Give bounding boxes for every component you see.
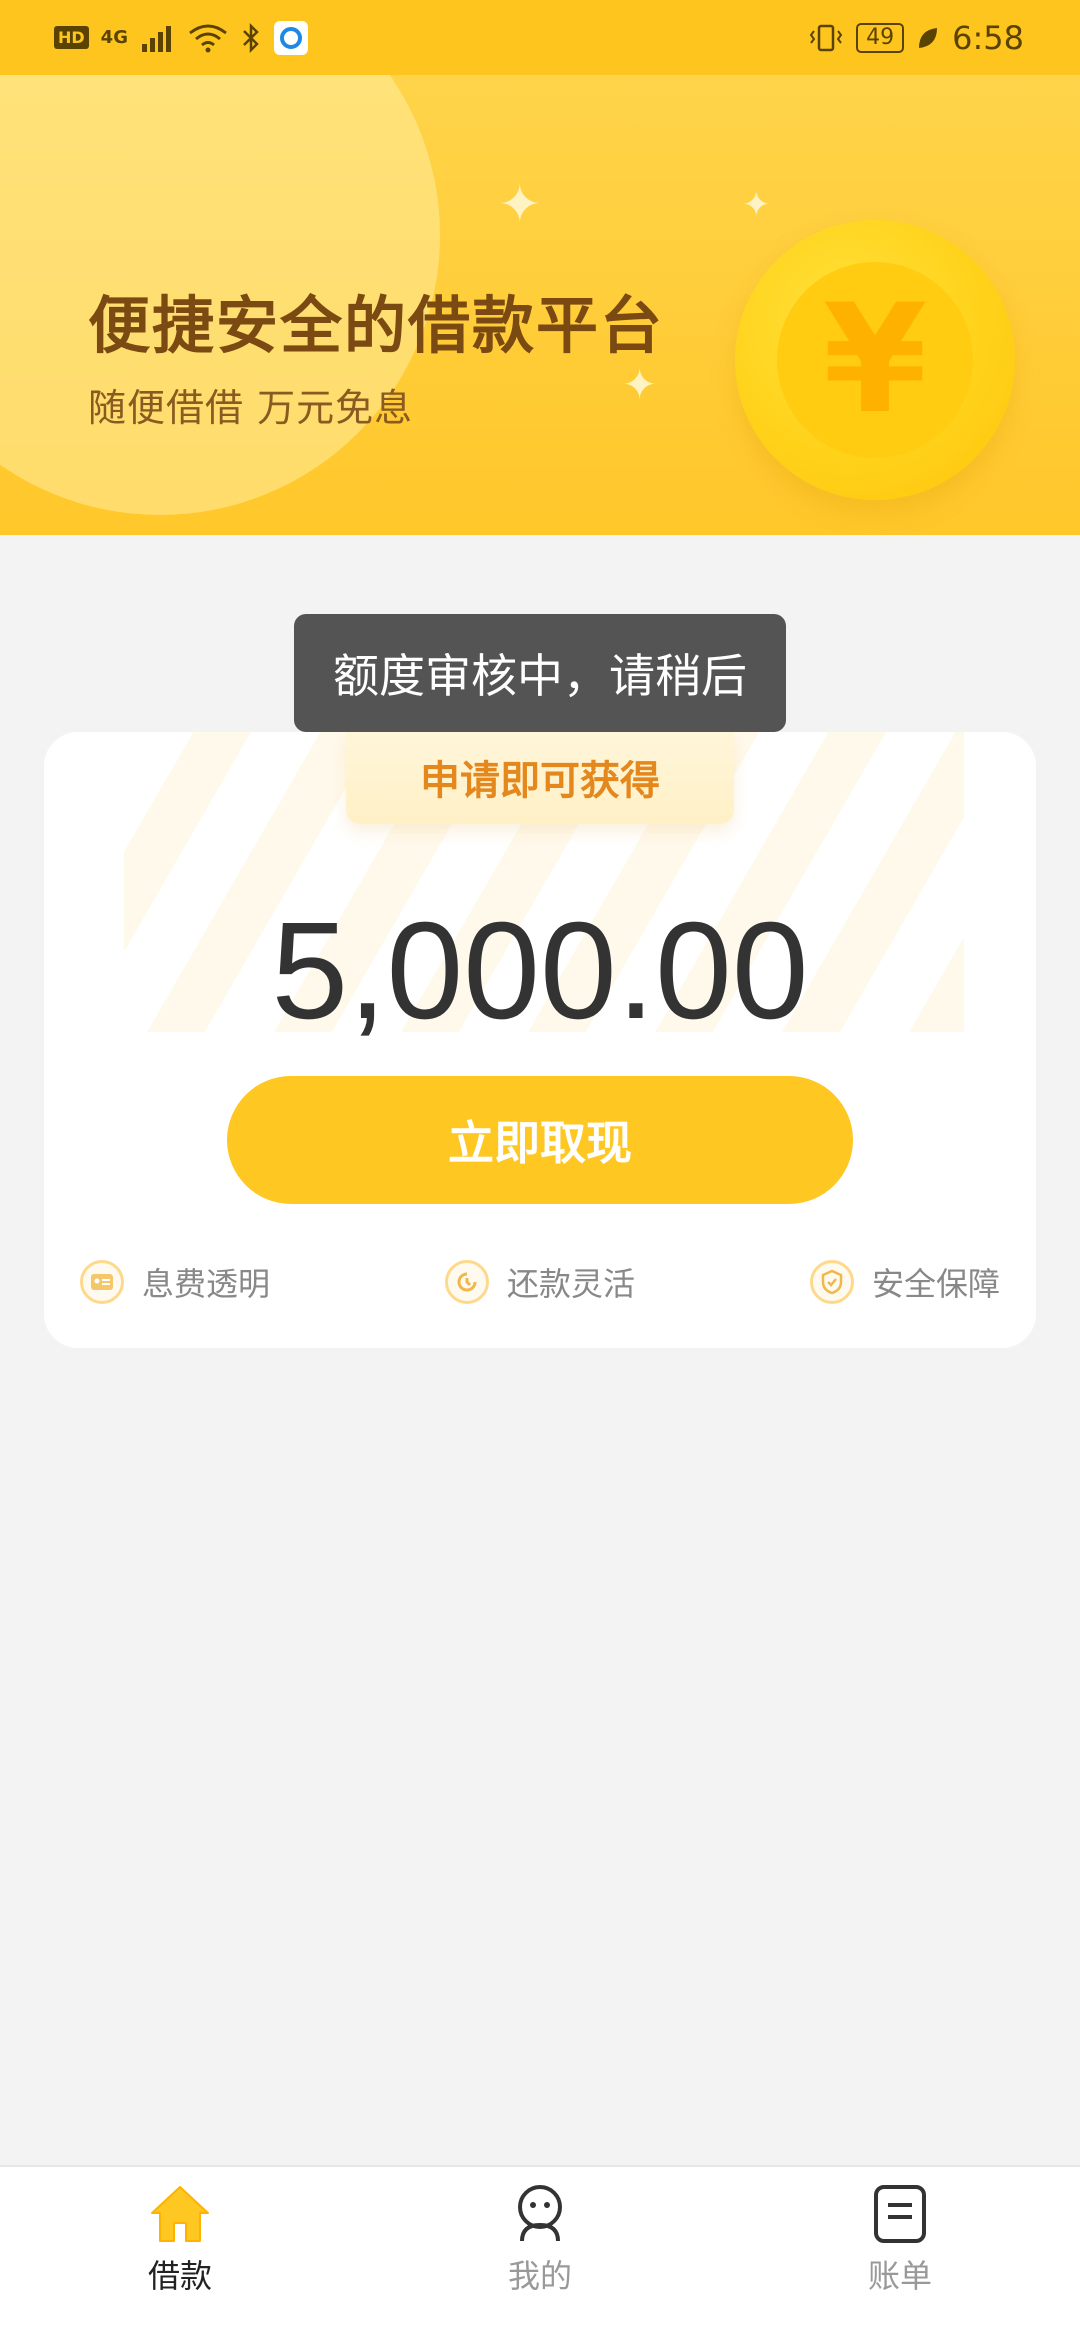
withdraw-button[interactable]: 立即取现 (227, 1076, 853, 1204)
status-bar: HD 4G 49 6:58 (0, 0, 1080, 75)
battery-indicator: 49 (856, 22, 905, 53)
feature-item-fees: 息费透明 (80, 1259, 270, 1305)
banner-subtitle: 随便借借 万元免息 (88, 386, 414, 430)
loan-card: 申请即可获得 5,000.00 立即取现 息费透明 还款灵活 安全保障 (44, 732, 1036, 1348)
bluetooth-icon (243, 22, 259, 53)
network-type: 4G (100, 26, 128, 48)
id-card-icon (80, 1260, 124, 1304)
nav-label: 账单 (867, 2257, 932, 2295)
app-screen: HD 4G 49 6:58 ✦ ✦ ✦ 便捷安全的借款平台 随便借借 万元免息 … (0, 0, 1080, 2340)
coin-icon: ¥ (735, 220, 1015, 500)
sparkle-icon: ✦ (498, 175, 542, 235)
status-left: HD 4G (54, 20, 308, 55)
yen-symbol: ¥ (777, 262, 973, 458)
credit-amount: 5,000.00 (271, 894, 809, 1048)
refresh-icon (444, 1260, 489, 1304)
hd-badge: HD (54, 26, 89, 49)
hero-banner: ✦ ✦ ✦ 便捷安全的借款平台 随便借借 万元免息 ¥ (0, 75, 1080, 535)
home-icon (151, 2186, 209, 2242)
status-right: 49 6:58 (808, 19, 1024, 57)
wifi-icon (189, 24, 227, 52)
sparkle-icon: ✦ (622, 360, 658, 409)
feature-label: 还款灵活 (506, 1265, 635, 1303)
feature-item-repayment: 还款灵活 (444, 1259, 635, 1305)
leaf-icon (919, 27, 938, 48)
nav-item-mine[interactable]: 我的 (440, 2183, 640, 2297)
feature-list: 息费透明 还款灵活 安全保障 (80, 1257, 1000, 1307)
feature-item-security: 安全保障 (809, 1259, 1000, 1305)
banner-title: 便捷安全的借款平台 (88, 289, 665, 362)
bottom-nav: 借款 我的 账单 (0, 2165, 1080, 2340)
feature-label: 安全保障 (871, 1265, 1000, 1303)
clock: 6:58 (952, 18, 1024, 57)
profile-icon (518, 2185, 562, 2242)
signal-icon (141, 25, 171, 52)
nav-item-loan[interactable]: 借款 (80, 2183, 280, 2297)
feature-label: 息费透明 (142, 1265, 271, 1303)
nav-label: 借款 (147, 2257, 212, 2295)
bill-icon (874, 2185, 926, 2243)
vibrate-icon (809, 24, 843, 51)
nav-item-bills[interactable]: 账单 (800, 2183, 1000, 2297)
nav-label: 我的 (507, 2257, 572, 2295)
offer-ribbon: 申请即可获得 (346, 732, 734, 824)
shield-check-icon (809, 1260, 854, 1304)
app-notification-icon (273, 20, 308, 55)
toast-message: 额度审核中，请稍后 (294, 614, 786, 732)
sparkle-icon: ✦ (742, 185, 771, 225)
